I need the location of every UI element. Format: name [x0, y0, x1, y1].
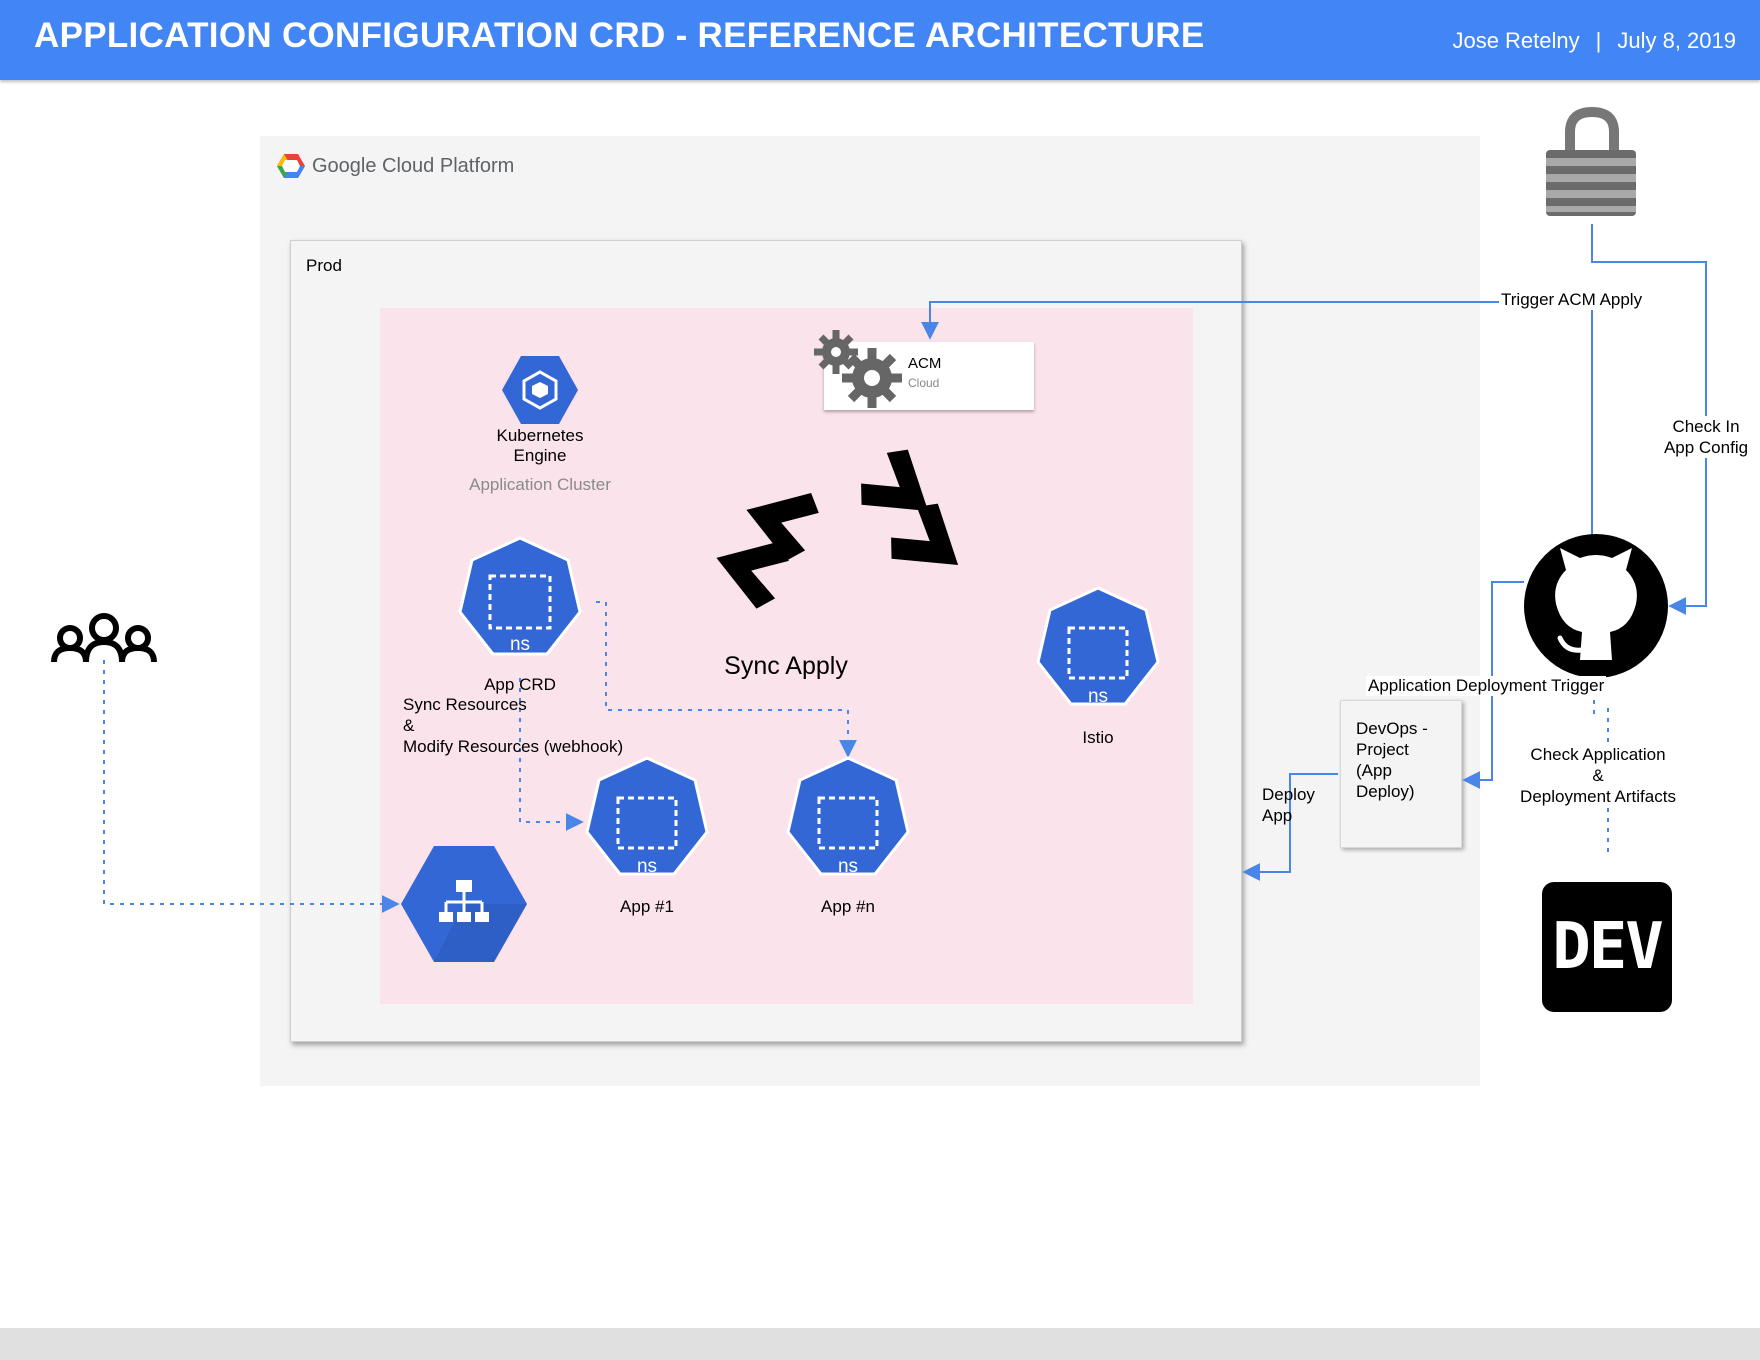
- deploy-app-label: Deploy App: [1262, 784, 1315, 826]
- gear-icon: [814, 330, 902, 408]
- trigger-acm-label: Trigger ACM Apply: [1499, 290, 1645, 310]
- users-icon: [51, 613, 157, 663]
- sync-resources-line3: Modify Resources (webhook): [403, 737, 624, 756]
- sync-arrows: [716, 449, 959, 609]
- ns-appn-text: ns: [837, 856, 859, 877]
- kubernetes-engine-icon: [502, 356, 578, 424]
- check-in-line2: App Config: [1663, 438, 1749, 457]
- github-icon: [1524, 534, 1668, 678]
- kubernetes-name-line2: Engine: [513, 446, 567, 465]
- load-balancer-icon: [401, 846, 527, 962]
- ns-app1-text: ns: [636, 856, 658, 877]
- sync-resources-line1: Sync Resources: [403, 695, 527, 714]
- app-crd-label: App CRD: [484, 675, 556, 694]
- check-artifacts-line2: &: [1592, 766, 1604, 785]
- check-artifacts-line3: Deployment Artifacts: [1520, 787, 1676, 806]
- ns-app-crd-text: ns: [509, 634, 531, 655]
- istio-label: Istio: [1082, 728, 1114, 747]
- footer-bar: [0, 1328, 1760, 1360]
- ns-istio-text: ns: [1087, 686, 1109, 707]
- app1-label: App #1: [620, 897, 674, 916]
- trigger-acm-connector: [921, 301, 1593, 546]
- kubernetes-name: Kubernetes Engine: [470, 426, 610, 466]
- deploy-app-line2: App: [1262, 806, 1293, 825]
- appn-label: App #n: [821, 897, 875, 916]
- check-artifacts-line1: Check Application: [1530, 745, 1666, 764]
- deploy-app-line1: Deploy: [1262, 785, 1315, 804]
- sync-resources-annotation: Sync Resources & Modify Resources (webho…: [403, 694, 623, 757]
- check-artifacts-label: Check Application & Deployment Artifacts: [1508, 744, 1688, 807]
- sync-apply-label: Sync Apply: [724, 652, 848, 680]
- sync-resources-line2: &: [403, 716, 415, 735]
- users-to-lb-connector: [103, 660, 400, 913]
- lock-icon: [1546, 106, 1636, 216]
- app-deploy-trigger-label: Application Deployment Trigger: [1366, 676, 1607, 696]
- kubernetes-subtitle: Application Cluster: [469, 475, 611, 494]
- check-in-line1: Check In: [1672, 417, 1740, 436]
- check-in-label: Check In App Config: [1654, 416, 1758, 458]
- kubernetes-name-line1: Kubernetes: [496, 426, 584, 445]
